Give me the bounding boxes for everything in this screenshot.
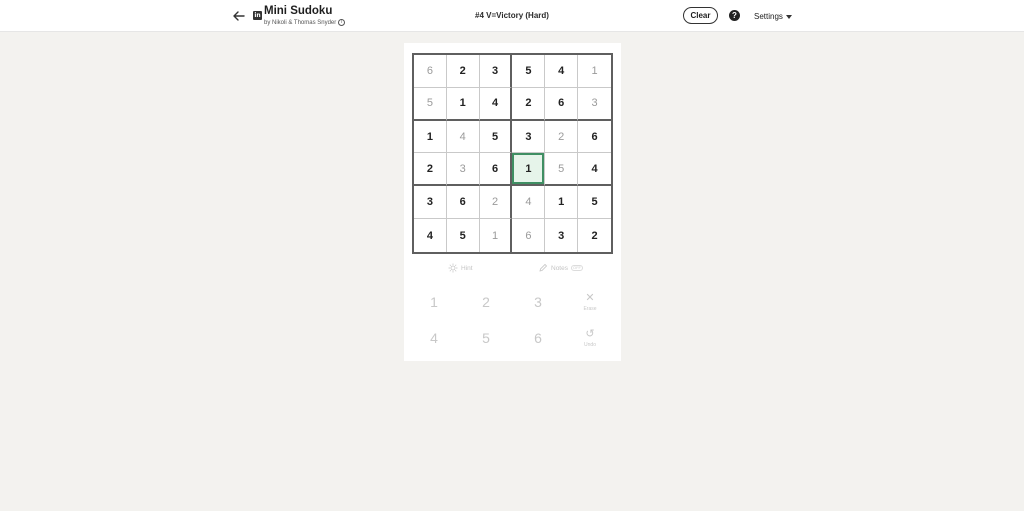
sudoku-cell[interactable]: 3 — [545, 219, 579, 252]
sudoku-cell[interactable]: 3 — [578, 88, 611, 121]
sudoku-cell[interactable]: 3 — [446, 153, 480, 187]
back-arrow-icon[interactable] — [230, 7, 248, 25]
sudoku-cell[interactable]: 4 — [512, 186, 546, 220]
sudoku-cell[interactable]: 1 — [545, 186, 579, 220]
hint-label: Hint — [461, 264, 473, 272]
undo-button[interactable]: ↺ Undo — [570, 323, 610, 353]
undo-icon: ↺ — [585, 327, 595, 340]
erase-label: Erase — [583, 305, 597, 312]
game-panel: 623541514263145326236154362415451632 Hin… — [404, 43, 621, 361]
lightbulb-icon — [448, 263, 458, 273]
sudoku-cell[interactable]: 6 — [578, 121, 611, 154]
sudoku-cell[interactable]: 4 — [414, 219, 447, 252]
settings-dropdown[interactable]: Settings — [754, 12, 792, 21]
info-icon[interactable]: i — [338, 19, 346, 26]
sudoku-cell[interactable]: 5 — [414, 87, 447, 121]
sudoku-cell[interactable]: 3 — [512, 120, 546, 154]
sudoku-cell[interactable]: 1 — [414, 120, 447, 154]
sudoku-cell[interactable]: 2 — [446, 55, 480, 88]
puzzle-title: #4 V=Victory (Hard) — [475, 11, 549, 20]
notes-toggle[interactable]: OFF — [570, 265, 583, 271]
caret-down-icon — [785, 14, 792, 19]
game-byline: by Nikoli & Thomas Snyder i — [264, 19, 346, 26]
sudoku-cell[interactable]: 3 — [414, 186, 447, 220]
number-key-2[interactable]: 2 — [466, 287, 506, 317]
sudoku-cell[interactable]: 2 — [578, 219, 611, 252]
tool-row: Hint Notes OFF — [404, 263, 621, 277]
sudoku-cell[interactable]: 4 — [578, 153, 611, 187]
hint-button[interactable]: Hint — [448, 263, 473, 273]
number-key-5[interactable]: 5 — [466, 323, 506, 353]
sudoku-cell[interactable]: 4 — [545, 55, 579, 88]
puzzle-title-wrap: #4 V=Victory (Hard) — [0, 11, 1024, 20]
sudoku-cell[interactable]: 2 — [479, 186, 513, 220]
sudoku-cell[interactable]: 5 — [479, 120, 513, 154]
game-title: Mini Sudoku — [264, 5, 333, 17]
sudoku-cell[interactable]: 5 — [578, 186, 611, 220]
sudoku-cell[interactable]: 1 — [446, 87, 480, 121]
top-bar: in Mini Sudoku by Nikoli & Thomas Snyder… — [0, 0, 1024, 32]
sudoku-cell[interactable]: 5 — [447, 219, 480, 252]
sudoku-cell[interactable]: 2 — [414, 153, 447, 187]
sudoku-cell[interactable]: 6 — [545, 87, 579, 121]
byline-text: by Nikoli & Thomas Snyder — [264, 19, 337, 26]
number-key-6[interactable]: 6 — [518, 323, 558, 353]
sudoku-cell[interactable]: 6 — [512, 219, 546, 252]
sudoku-cell[interactable]: 5 — [545, 153, 579, 187]
sudoku-cell[interactable]: 6 — [414, 55, 447, 88]
sudoku-cell[interactable]: 4 — [446, 120, 480, 154]
erase-x-icon: ✕ — [585, 291, 595, 304]
sudoku-cell[interactable]: 1 — [480, 219, 513, 252]
help-icon[interactable]: ? — [729, 10, 740, 21]
undo-label: Undo — [584, 341, 596, 348]
sudoku-cell[interactable]: 1 — [578, 55, 611, 88]
sudoku-cell[interactable]: 6 — [479, 153, 513, 187]
number-key-3[interactable]: 3 — [518, 287, 558, 317]
erase-button[interactable]: ✕ Erase — [570, 287, 610, 317]
number-key-1[interactable]: 1 — [414, 287, 454, 317]
sudoku-cell[interactable]: 5 — [512, 55, 546, 88]
notes-label: Notes — [551, 264, 568, 272]
sudoku-cell[interactable]: 3 — [479, 55, 513, 88]
pencil-icon — [539, 263, 548, 272]
settings-label: Settings — [754, 12, 783, 21]
sudoku-grid: 623541514263145326236154362415451632 — [412, 53, 613, 254]
sudoku-cell[interactable]: 4 — [479, 87, 513, 121]
number-key-4[interactable]: 4 — [414, 323, 454, 353]
sudoku-cell[interactable]: 2 — [512, 87, 546, 121]
sudoku-cell[interactable]: 6 — [446, 186, 480, 220]
notes-button[interactable]: Notes OFF — [538, 263, 583, 273]
linkedin-logo-icon: in — [253, 11, 262, 20]
sudoku-cell[interactable]: 2 — [545, 120, 579, 154]
clear-button[interactable]: Clear — [683, 7, 718, 24]
sudoku-cell-selected[interactable]: 1 — [512, 153, 546, 187]
